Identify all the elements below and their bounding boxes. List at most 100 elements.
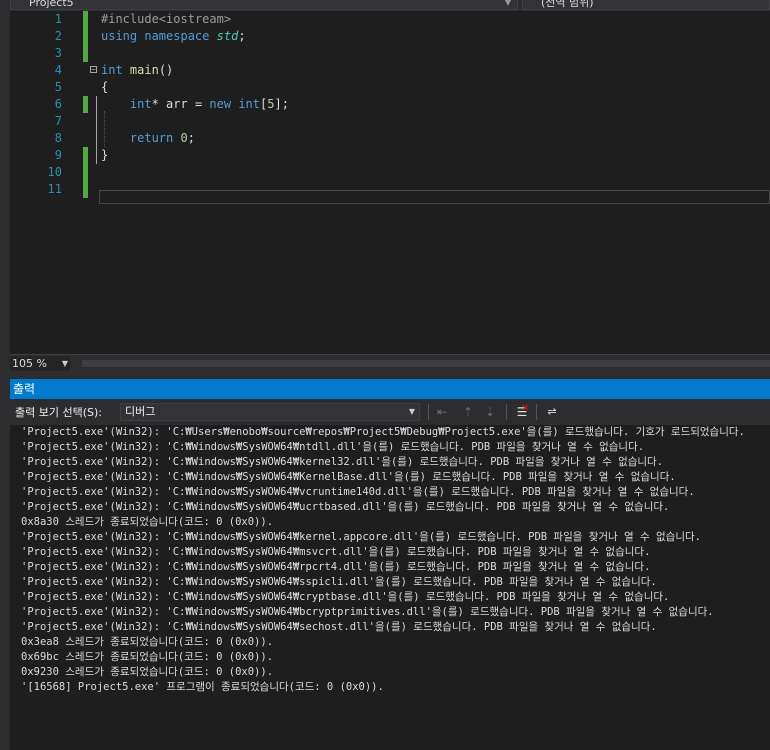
code-token: () <box>158 63 174 77</box>
output-line: '[16568] Project5.exe' 프로그램이 종료되었습니다(코드:… <box>21 681 384 693</box>
chevron-down-icon: ▼ <box>504 0 511 7</box>
output-toolbar: 출력 보기 선택(S): 디버그 ▼ ⇤ ⇡ ⇣ ☰ ✕ ⇌ <box>10 399 770 425</box>
code-line[interactable]: 4 − int main() <box>10 62 770 79</box>
collapse-icon[interactable]: − <box>90 66 97 74</box>
code-token: new <box>209 97 232 111</box>
line-number: 3 <box>54 46 62 60</box>
code-token: int <box>101 63 123 77</box>
output-line: 'Project5.exe'(Win32): 'C:₩Windows₩SysWO… <box>21 606 714 618</box>
code-token: using <box>101 29 138 43</box>
code-line[interactable]: 2 using namespace std; <box>10 28 770 45</box>
scope-dropdown-label: (전역 범위) <box>541 0 594 9</box>
code-token: namespace <box>144 29 210 43</box>
line-number: 2 <box>54 29 62 43</box>
output-line: 'Project5.exe'(Win32): 'C:₩Windows₩SysWO… <box>21 501 670 513</box>
toolbar-separator <box>428 404 429 420</box>
code-editor[interactable]: 1 #include<iostream> 2 using namespace std;… <box>10 11 770 354</box>
output-line: 0x69bc 스레드가 종료되었습니다(코드: 0 (0x0)). <box>21 651 274 663</box>
find-prev-icon[interactable]: ⇤ <box>434 404 450 420</box>
code-line[interactable]: 6 int* arr = new int[5]; <box>10 96 770 113</box>
output-line: 'Project5.exe'(Win32): 'C:₩Windows₩SysWO… <box>21 441 645 453</box>
code-text: using namespace std; <box>101 28 246 45</box>
line-number: 8 <box>54 131 62 145</box>
line-number: 6 <box>54 97 62 111</box>
output-source-select[interactable]: 디버그 ▼ <box>120 403 420 421</box>
code-line[interactable]: 11 <box>10 181 770 198</box>
code-token: return <box>129 131 174 145</box>
scope-dropdown[interactable]: (전역 범위) <box>522 0 770 10</box>
change-marker <box>83 11 88 28</box>
toolbar-separator <box>506 404 507 420</box>
code-token: std <box>216 29 239 43</box>
code-token: ; <box>238 29 246 43</box>
clear-all-icon[interactable]: ☰ ✕ <box>514 403 530 420</box>
panel-splitter[interactable] <box>10 371 770 379</box>
horizontal-scrollbar[interactable] <box>82 360 770 367</box>
code-line[interactable]: 1 #include<iostream> <box>10 11 770 28</box>
code-text: int main() <box>101 62 173 79</box>
code-token: #include<iostream> <box>101 12 232 26</box>
project-dropdown[interactable]: Project5 ▼ <box>10 0 518 10</box>
output-text-area[interactable]: 'Project5.exe'(Win32): 'C:₩Users₩enobo₩s… <box>10 425 770 750</box>
code-line[interactable]: 9} <box>10 147 770 164</box>
change-marker <box>83 45 88 62</box>
output-line: 'Project5.exe'(Win32): 'C:₩Windows₩SysWO… <box>21 471 676 483</box>
chevron-down-icon: ▼ <box>61 359 68 368</box>
output-line: 'Project5.exe'(Win32): 'C:₩Windows₩SysWO… <box>21 546 651 558</box>
code-line[interactable]: 8 return 0; <box>10 130 770 147</box>
output-line: 'Project5.exe'(Win32): 'C:₩Windows₩SysWO… <box>21 561 651 573</box>
change-marker <box>83 96 88 113</box>
code-token: int <box>129 97 152 111</box>
output-line: 'Project5.exe'(Win32): 'C:₩Windows₩SysWO… <box>21 591 670 603</box>
go-prev-icon[interactable]: ⇡ <box>460 404 476 420</box>
show-output-label: 출력 보기 선택(S): <box>15 406 102 419</box>
chevron-down-icon: ▼ <box>408 407 415 416</box>
output-line: 'Project5.exe'(Win32): 'C:₩Windows₩SysWO… <box>21 486 695 498</box>
output-line: 'Project5.exe'(Win32): 'C:₩Windows₩SysWO… <box>21 621 657 633</box>
code-token: { <box>101 80 109 94</box>
code-text: #include<iostream> <box>101 11 231 28</box>
line-number: 10 <box>47 165 62 179</box>
code-token: ]; <box>274 97 289 111</box>
code-token: } <box>101 148 109 162</box>
code-token: * arr = <box>151 97 210 111</box>
toolbar-separator <box>536 404 537 420</box>
zoom-dropdown[interactable]: 105 % ▼ <box>10 356 70 371</box>
navigation-bar: Project5 ▼ (전역 범위) <box>0 0 770 11</box>
output-line: 'Project5.exe'(Win32): 'C:₩Windows₩SysWO… <box>21 576 657 588</box>
project-dropdown-label: Project5 <box>29 0 74 9</box>
code-token: int <box>238 97 260 111</box>
line-number: 5 <box>54 80 62 94</box>
line-number: 7 <box>54 114 62 128</box>
output-line: 0x9230 스레드가 종료되었습니다(코드: 0 (0x0)). <box>21 666 274 678</box>
line-number: 1 <box>54 12 62 26</box>
output-line: 0x8a30 스레드가 종료되었습니다(코드: 0 (0x0)). <box>21 516 274 528</box>
output-line: 'Project5.exe'(Win32): 'C:₩Users₩enobo₩s… <box>21 426 745 438</box>
left-dock-strip <box>0 0 10 750</box>
code-line[interactable]: 3 <box>10 45 770 62</box>
code-line[interactable]: 10 <box>10 164 770 181</box>
line-number: 4 <box>54 63 62 77</box>
go-next-icon[interactable]: ⇣ <box>482 404 498 420</box>
code-text: return 0; <box>101 130 195 147</box>
code-text: int* arr = new int[5]; <box>101 96 289 113</box>
output-line: 0x3ea8 스레드가 종료되었습니다(코드: 0 (0x0)). <box>21 636 274 648</box>
output-source-value: 디버그 <box>125 405 156 418</box>
code-text: { <box>101 79 108 96</box>
code-token: 0 <box>180 131 188 145</box>
code-token: main <box>129 63 159 77</box>
code-line[interactable]: 5{ <box>10 79 770 96</box>
output-panel-title[interactable]: 출력 <box>10 379 770 399</box>
change-marker <box>83 164 88 181</box>
code-line[interactable]: 7 <box>10 113 770 130</box>
line-number: 9 <box>54 148 62 162</box>
change-marker <box>83 28 88 45</box>
editor-status-strip: 105 % ▼ <box>10 354 770 372</box>
word-wrap-icon[interactable]: ⇌ <box>544 404 560 420</box>
code-text: } <box>101 147 108 164</box>
change-marker <box>83 181 88 198</box>
